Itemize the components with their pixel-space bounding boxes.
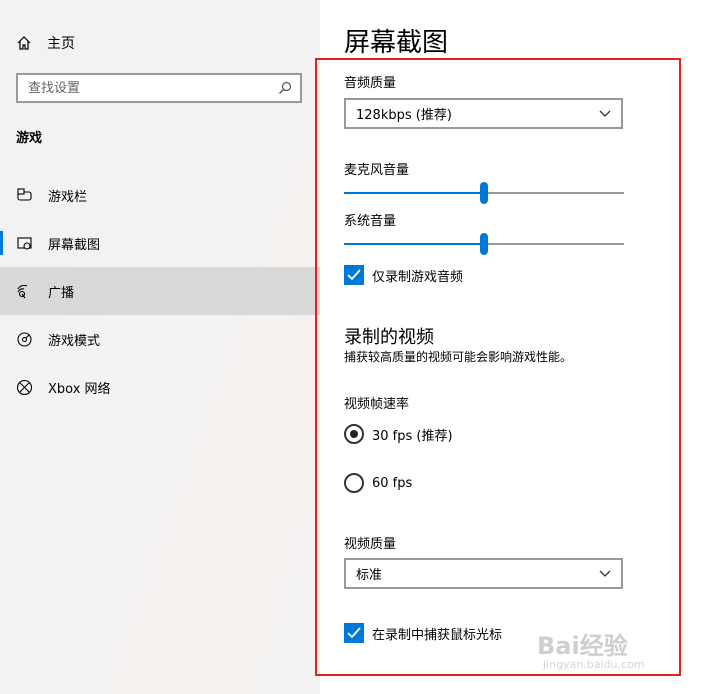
xbox-icon [16,379,33,395]
radio-dot [350,430,358,438]
game-audio-only-checkbox[interactable]: 仅录制游戏音频 [344,265,463,285]
slider-thumb[interactable] [480,233,488,255]
capture-icon [17,236,32,250]
capture-cursor-checkbox[interactable]: 在录制中捕获鼠标光标 [344,623,502,643]
audio-quality-dropdown[interactable]: 128kbps (推荐) [344,98,623,129]
watermark-logo: Bai经验 [537,632,628,660]
chevron-down-icon [599,570,611,577]
radio-button[interactable] [344,473,364,493]
slider-fill [344,192,484,194]
check-icon [347,269,361,281]
checkbox-label: 仅录制游戏音频 [372,269,464,285]
sidebar: 主页 游戏 游戏栏 屏幕截图 广播 游戏模式 Xbox 网络 [0,0,320,694]
checkbox-box[interactable] [344,623,364,643]
radio-label: 30 fps (推荐) [372,428,453,444]
frame-rate-label: 视频帧速率 [344,397,410,412]
checkbox-label: 在录制中捕获鼠标光标 [372,627,503,643]
video-section-description: 捕获较高质量的视频可能会影响游戏性能。 [344,350,573,364]
sidebar-item-label: 广播 [48,285,75,301]
video-quality-label: 视频质量 [344,537,397,552]
search-icon[interactable] [278,81,292,95]
watermark-url: jingyan.baidu.com [543,658,645,671]
slider-thumb[interactable] [480,182,488,204]
broadcast-icon [17,284,28,298]
sidebar-item-label: Xbox 网络 [48,381,111,397]
system-volume-label: 系统音量 [344,214,397,229]
search-input[interactable] [18,80,278,96]
radio-label: 60 fps [372,475,413,491]
sidebar-item-label: 游戏栏 [48,189,88,205]
home-label: 主页 [47,36,75,52]
video-quality-value: 标准 [356,568,383,583]
sidebar-item-game-mode[interactable]: 游戏模式 [0,315,320,363]
search-box[interactable] [16,73,302,103]
sidebar-item-game-bar[interactable]: 游戏栏 [0,171,320,219]
checkbox-box[interactable] [344,265,364,285]
frame-rate-option-30[interactable]: 30 fps (推荐) [344,424,453,444]
system-volume-slider[interactable] [344,231,624,257]
sidebar-item-label: 游戏模式 [48,333,101,349]
sidebar-item-broadcast[interactable]: 广播 [0,267,320,315]
radio-button[interactable] [344,424,364,444]
slider-fill [344,243,484,245]
home-icon [17,36,31,50]
sidebar-item-capture[interactable]: 屏幕截图 [0,219,320,267]
frame-rate-option-60[interactable]: 60 fps [344,473,412,493]
video-section-title: 录制的视频 [344,327,434,348]
section-title: 游戏 [16,131,43,146]
sidebar-item-xbox[interactable]: Xbox 网络 [0,363,320,411]
audio-quality-value: 128kbps (推荐) [356,108,452,123]
page-title: 屏幕截图 [344,28,449,58]
chevron-down-icon [599,110,611,117]
home-link[interactable]: 主页 [16,32,75,54]
audio-quality-label: 音频质量 [344,76,397,91]
sidebar-item-label: 屏幕截图 [48,237,101,253]
video-quality-dropdown[interactable]: 标准 [344,558,623,589]
game-mode-icon [17,331,32,347]
check-icon [347,627,361,639]
mic-volume-label: 麦克风音量 [344,163,410,178]
mic-volume-slider[interactable] [344,180,624,206]
game-bar-icon [17,187,32,201]
